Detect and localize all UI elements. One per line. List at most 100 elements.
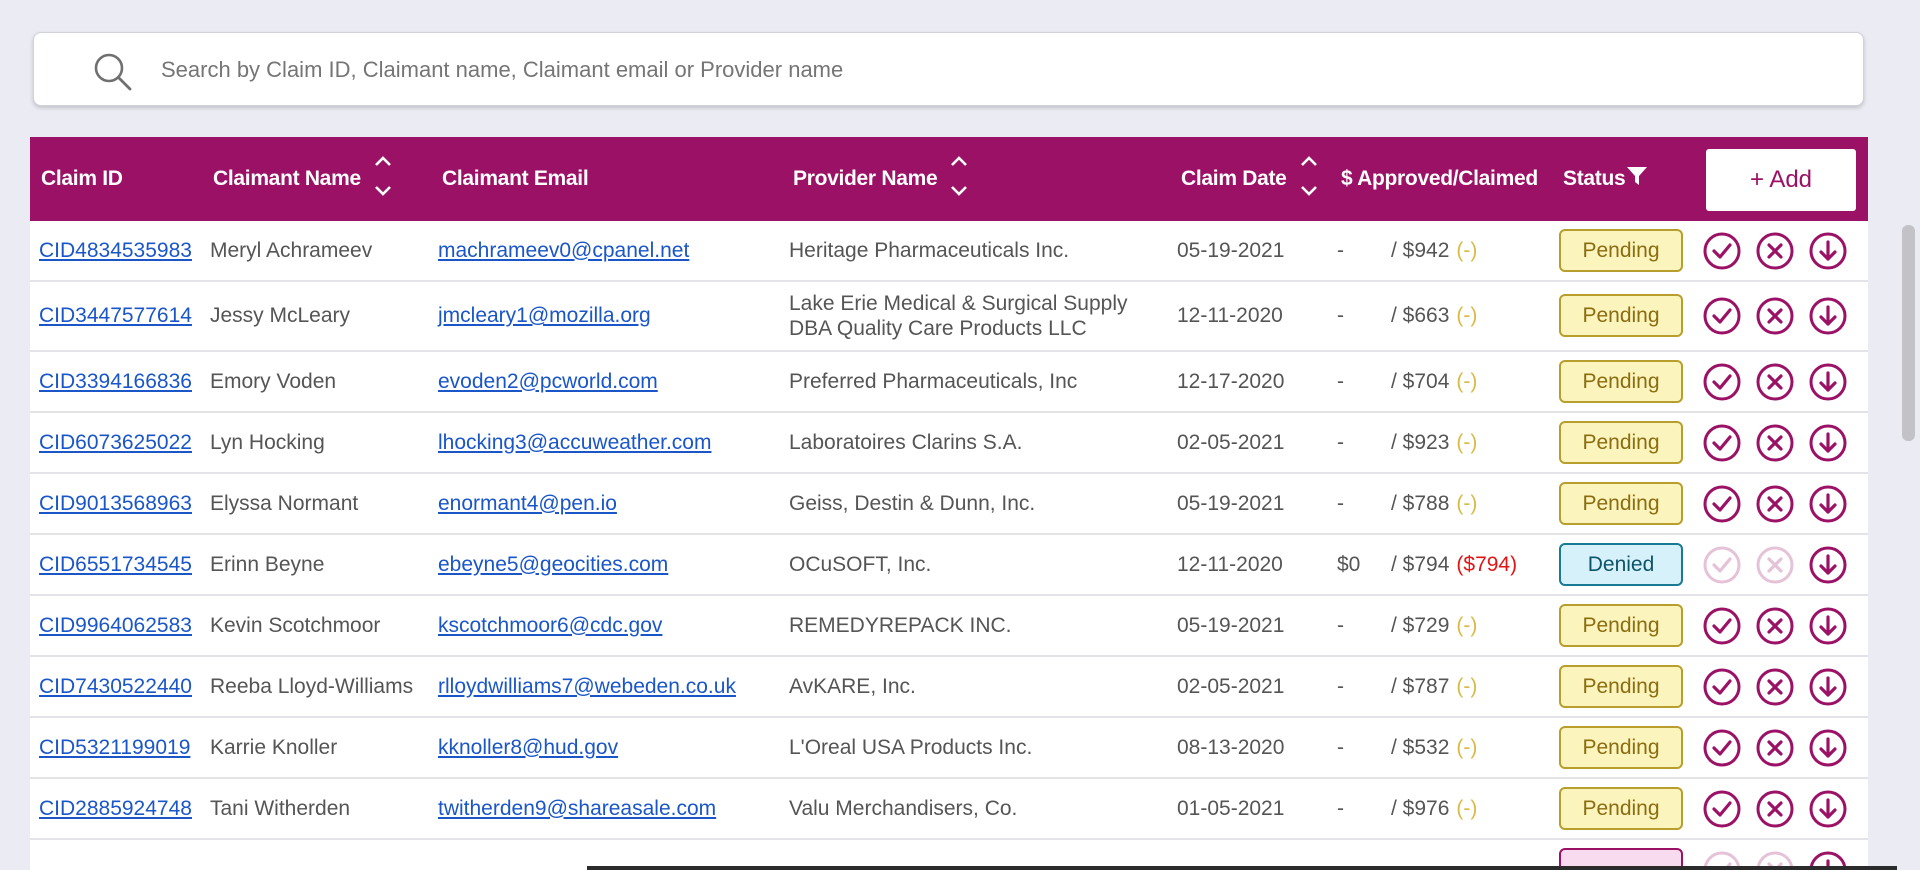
- reject-x-circle-icon[interactable]: [1755, 423, 1795, 463]
- claim-id-link[interactable]: CID9964062583: [39, 614, 192, 638]
- claimant-email-link[interactable]: lhocking3@accuweather.com: [438, 431, 711, 455]
- filter-icon[interactable]: [1626, 165, 1648, 193]
- bottom-edge: [587, 866, 1897, 870]
- claimant-email-link[interactable]: rlloydwilliams7@webeden.co.uk: [438, 675, 736, 699]
- claimant-email-link[interactable]: twitherden9@shareasale.com: [438, 797, 716, 821]
- claim-id-link[interactable]: CID3394166836: [39, 370, 192, 394]
- download-circle-icon[interactable]: [1808, 362, 1848, 402]
- reject-x-circle-icon[interactable]: [1755, 606, 1795, 646]
- claim-id-link[interactable]: CID4834535983: [39, 239, 192, 263]
- header-claim-date[interactable]: Claim Date: [1181, 137, 1319, 221]
- claim-id-link[interactable]: CID3447577614: [39, 304, 192, 328]
- header-claimant-email: Claimant Email: [442, 137, 589, 221]
- claim-date: 12-11-2020: [1177, 552, 1283, 576]
- reject-x-circle-icon[interactable]: [1755, 728, 1795, 768]
- header-claimant-name[interactable]: Claimant Name: [213, 137, 393, 221]
- provider-name: AvKARE, Inc.: [789, 675, 916, 698]
- status-badge: Pending: [1559, 294, 1683, 337]
- claimant-email-link[interactable]: kscotchmoor6@cdc.gov: [438, 614, 662, 638]
- scroll-thumb[interactable]: [1902, 225, 1915, 441]
- claimant-name: Kevin Scotchmoor: [210, 613, 381, 637]
- claim-id-link[interactable]: CID6073625022: [39, 431, 192, 455]
- reject-x-circle-icon[interactable]: [1755, 231, 1795, 271]
- reject-x-circle-icon[interactable]: [1755, 296, 1795, 336]
- claimed-amount-cell: / $787 (-): [1391, 657, 1477, 716]
- claimed-amount-cell: / $923 (-): [1391, 413, 1477, 472]
- claims-table: Claim ID Claimant Name Claimant Email Pr…: [30, 137, 1868, 870]
- search-input[interactable]: [159, 49, 1813, 91]
- search-box[interactable]: [33, 32, 1864, 106]
- claimant-name: Tani Witherden: [210, 796, 351, 820]
- approve-check-circle-icon[interactable]: [1702, 296, 1742, 336]
- claimed-amount: / $532: [1391, 735, 1450, 759]
- approve-check-circle-icon[interactable]: [1702, 606, 1742, 646]
- table-row: CID4834535983 Meryl Achrameev machrameev0@…: [30, 221, 1868, 282]
- download-circle-icon[interactable]: [1808, 484, 1848, 524]
- header-provider-name-label: Provider Name: [793, 167, 938, 190]
- status-badge: Pending: [1559, 360, 1683, 403]
- claimant-email-link[interactable]: evoden2@pcworld.com: [438, 370, 658, 394]
- status-badge: Pending: [1559, 421, 1683, 464]
- download-circle-icon[interactable]: [1808, 606, 1848, 646]
- claimant-email-link[interactable]: jmcleary1@mozilla.org: [438, 304, 651, 328]
- claim-id-link[interactable]: CID5321199019: [39, 736, 190, 760]
- approve-check-circle-icon[interactable]: [1702, 728, 1742, 768]
- claim-id-link[interactable]: CID9013568963: [39, 492, 192, 516]
- provider-name: Geiss, Destin & Dunn, Inc.: [789, 492, 1036, 515]
- claimant-email-link[interactable]: machrameev0@cpanel.net: [438, 239, 689, 263]
- table-header: Claim ID Claimant Name Claimant Email Pr…: [30, 137, 1868, 221]
- reject-x-circle-icon[interactable]: [1755, 362, 1795, 402]
- download-circle-icon[interactable]: [1808, 728, 1848, 768]
- claimant-email-link[interactable]: kknoller8@hud.gov: [438, 736, 618, 760]
- table-row: CID7430522440 Reeba Lloyd-Williams rlloydw…: [30, 657, 1868, 718]
- reject-x-circle-icon[interactable]: [1755, 545, 1795, 585]
- reject-x-circle-icon[interactable]: [1755, 484, 1795, 524]
- claim-date: 05-19-2021: [1177, 491, 1285, 515]
- header-status[interactable]: Status: [1563, 137, 1648, 221]
- approve-check-circle-icon[interactable]: [1702, 789, 1742, 829]
- claim-date: 02-05-2021: [1177, 430, 1285, 454]
- status-badge: Pending: [1559, 229, 1683, 272]
- download-circle-icon[interactable]: [1808, 231, 1848, 271]
- claimant-name: Emory Voden: [210, 369, 337, 393]
- claimant-email-cell: jmcleary1@mozilla.org: [438, 282, 651, 350]
- download-circle-icon[interactable]: [1808, 667, 1848, 707]
- status-badge: Pending: [1559, 665, 1683, 708]
- approve-check-circle-icon[interactable]: [1702, 484, 1742, 524]
- header-provider-name[interactable]: Provider Name: [793, 137, 969, 221]
- sort-icon[interactable]: [1299, 153, 1319, 205]
- claim-id-cell: CID9964062583: [39, 596, 192, 655]
- claimed-amount: / $729: [1391, 613, 1450, 637]
- claim-id-cell: CID5321199019: [39, 718, 190, 777]
- claimant-email-cell: rlloydwilliams7@webeden.co.uk: [438, 657, 736, 716]
- claim-id-link[interactable]: CID7430522440: [39, 675, 192, 699]
- claim-id-link[interactable]: CID2885924748: [39, 797, 192, 821]
- reject-x-circle-icon[interactable]: [1755, 789, 1795, 829]
- claim-date: 12-11-2020: [1177, 304, 1283, 327]
- amount-difference: (-): [1456, 304, 1478, 327]
- download-circle-icon[interactable]: [1808, 423, 1848, 463]
- claim-id-link[interactable]: CID6551734545: [39, 553, 192, 577]
- download-circle-icon[interactable]: [1808, 545, 1848, 585]
- amount-difference: (-): [1456, 491, 1478, 515]
- scrollbar[interactable]: [1897, 0, 1920, 870]
- status-badge: Denied: [1559, 543, 1683, 586]
- amount-difference: (-): [1456, 238, 1478, 262]
- reject-x-circle-icon[interactable]: [1755, 667, 1795, 707]
- sort-icon[interactable]: [373, 153, 393, 205]
- claimant-email-cell: machrameev0@cpanel.net: [438, 221, 689, 280]
- approve-check-circle-icon[interactable]: [1702, 423, 1742, 463]
- add-claim-button[interactable]: + Add: [1706, 149, 1856, 211]
- sort-icon[interactable]: [949, 153, 969, 205]
- approve-check-circle-icon[interactable]: [1702, 667, 1742, 707]
- claimant-email-link[interactable]: ebeyne5@geocities.com: [438, 553, 668, 577]
- amount-difference: (-): [1456, 430, 1478, 454]
- claimant-email-link[interactable]: enormant4@pen.io: [438, 492, 617, 516]
- approve-check-circle-icon[interactable]: [1702, 362, 1742, 402]
- approve-check-circle-icon[interactable]: [1702, 545, 1742, 585]
- header-status-label: Status: [1563, 167, 1626, 190]
- approved-amount: -: [1337, 430, 1344, 454]
- approve-check-circle-icon[interactable]: [1702, 231, 1742, 271]
- download-circle-icon[interactable]: [1808, 296, 1848, 336]
- download-circle-icon[interactable]: [1808, 789, 1848, 829]
